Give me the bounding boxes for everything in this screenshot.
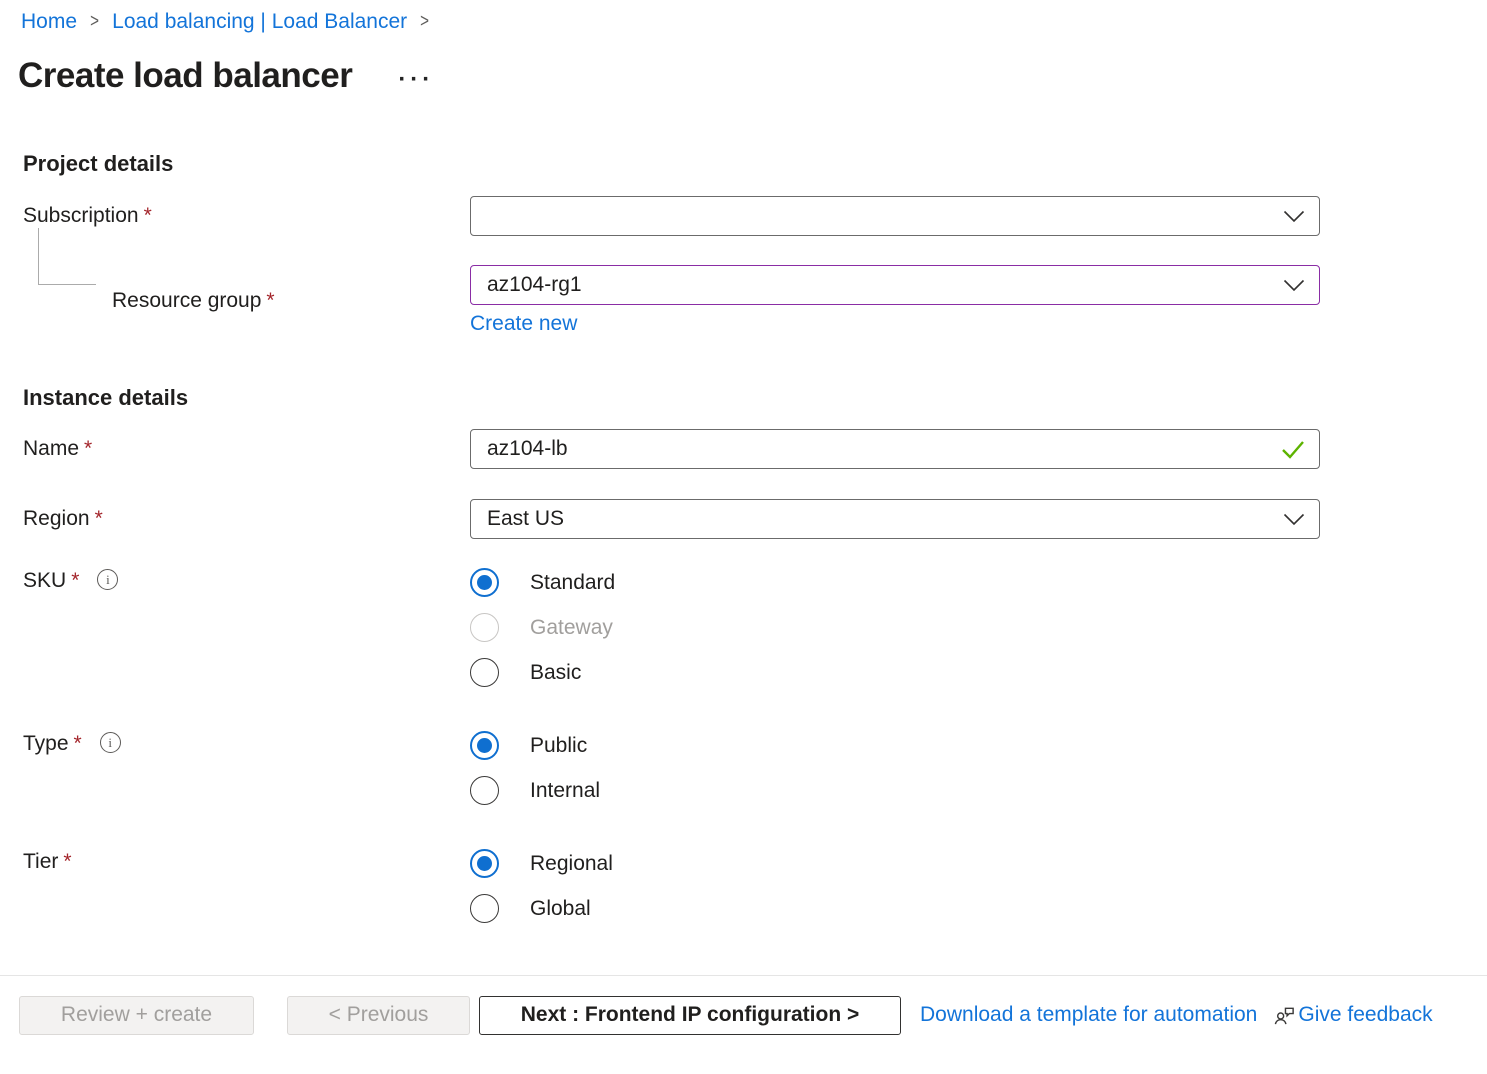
required-asterisk: * <box>266 289 274 313</box>
radio-button-icon <box>470 894 499 923</box>
tier-option-label: Global <box>530 894 591 923</box>
subscription-dropdown[interactable] <box>470 196 1320 236</box>
sku-option-label: Basic <box>530 658 581 687</box>
region-dropdown[interactable]: East US <box>470 499 1320 539</box>
type-option-internal[interactable]: Internal <box>470 776 1320 805</box>
type-radio-group: Public Internal <box>470 731 1320 805</box>
chevron-down-icon <box>1283 513 1305 526</box>
radio-button-icon <box>470 613 499 642</box>
chevron-right-icon: > <box>419 11 431 33</box>
sku-radio-group: Standard Gateway Basic <box>470 568 1320 687</box>
sku-option-basic[interactable]: Basic <box>470 658 1320 687</box>
info-icon[interactable]: i <box>97 569 118 590</box>
download-template-link[interactable]: Download a template for automation <box>920 1003 1257 1027</box>
required-asterisk: * <box>63 850 71 874</box>
radio-button-icon <box>470 568 499 597</box>
resource-group-dropdown[interactable]: az104-rg1 <box>470 265 1320 305</box>
tier-option-global[interactable]: Global <box>470 894 1320 923</box>
tier-label: Tier <box>23 850 58 874</box>
required-asterisk: * <box>84 437 92 461</box>
type-option-label: Internal <box>530 776 600 805</box>
tier-option-regional[interactable]: Regional <box>470 849 1320 878</box>
sku-option-label: Standard <box>530 568 615 597</box>
required-asterisk: * <box>95 507 103 531</box>
radio-button-icon <box>470 849 499 878</box>
tier-radio-group: Regional Global <box>470 849 1320 923</box>
sku-label: SKU <box>23 569 66 593</box>
radio-button-icon <box>470 776 499 805</box>
name-label: Name <box>23 437 79 461</box>
breadcrumb: Home > Load balancing | Load Balancer > <box>0 0 1487 34</box>
subscription-label: Subscription <box>23 204 139 228</box>
hierarchy-connector-line <box>38 228 96 285</box>
create-new-link[interactable]: Create new <box>470 312 577 336</box>
page-title: Create load balancer <box>18 55 352 97</box>
name-input[interactable] <box>487 437 1281 461</box>
sku-option-standard[interactable]: Standard <box>470 568 1320 597</box>
type-option-label: Public <box>530 731 587 760</box>
next-frontend-ip-button[interactable]: Next : Frontend IP configuration > <box>479 996 901 1035</box>
radio-button-icon <box>470 731 499 760</box>
instance-details-heading: Instance details <box>23 384 1487 411</box>
tier-option-label: Regional <box>530 849 613 878</box>
type-option-public[interactable]: Public <box>470 731 1320 760</box>
sku-option-label: Gateway <box>530 613 613 642</box>
required-asterisk: * <box>144 204 152 228</box>
chevron-right-icon: > <box>89 11 101 33</box>
give-feedback-link[interactable]: Give feedback <box>1298 1003 1432 1027</box>
breadcrumb-load-balancing-link[interactable]: Load balancing | Load Balancer <box>112 10 407 34</box>
review-create-button[interactable]: Review + create <box>19 996 254 1035</box>
breadcrumb-home-link[interactable]: Home <box>21 10 77 34</box>
previous-button[interactable]: < Previous <box>287 996 470 1035</box>
resource-group-value: az104-rg1 <box>487 273 582 297</box>
name-field-wrap <box>470 429 1320 469</box>
more-options-icon[interactable]: ··· <box>398 67 434 85</box>
info-icon[interactable]: i <box>100 732 121 753</box>
chevron-down-icon <box>1283 279 1305 292</box>
project-details-heading: Project details <box>23 150 1487 177</box>
wizard-footer: Review + create < Previous Next : Fronte… <box>0 975 1487 1074</box>
resource-group-label: Resource group <box>112 289 261 313</box>
radio-button-icon <box>470 658 499 687</box>
valid-check-icon <box>1281 440 1305 459</box>
required-asterisk: * <box>71 569 79 593</box>
type-label: Type <box>23 732 69 756</box>
chevron-down-icon <box>1283 210 1305 223</box>
feedback-person-icon <box>1273 1004 1296 1027</box>
region-label: Region <box>23 507 90 531</box>
sku-option-gateway: Gateway <box>470 613 1320 642</box>
region-value: East US <box>487 507 564 531</box>
required-asterisk: * <box>74 732 82 756</box>
